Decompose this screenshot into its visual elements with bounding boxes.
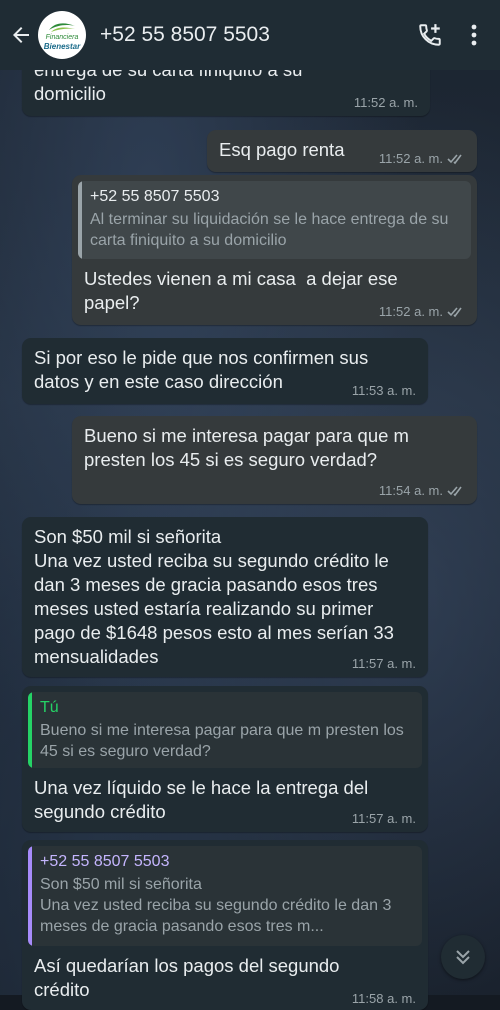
- logo-text-top: Financiera: [45, 33, 79, 41]
- message-incoming-reply[interactable]: +52 55 8507 5503 Son $50 mil si señorita…: [22, 840, 428, 1010]
- message-meta: 11:57 a. m.: [352, 656, 416, 671]
- message-time: 11:58 a. m.: [351, 991, 416, 1006]
- double-chevron-down-icon: [456, 950, 470, 965]
- quote-bar: [28, 846, 32, 946]
- quote-text: Al terminar su liquidación se le hace en…: [90, 211, 449, 249]
- logo-text-bottom: Bienestar: [43, 41, 81, 51]
- message-meta: 11:52 a. m.: [379, 304, 465, 319]
- message-outgoing[interactable]: Bueno si me interesa pagar para que m pr…: [72, 416, 477, 504]
- message-meta: 11:57 a. m.: [352, 811, 416, 826]
- logo-icon: [49, 22, 75, 32]
- message-meta: 11:52 a. m.: [379, 151, 465, 166]
- phone-plus-icon: [419, 24, 441, 46]
- message-meta: 11:53 a. m.: [352, 383, 416, 398]
- message-meta: 11:54 a. m.: [379, 483, 465, 498]
- quote-bar: [78, 181, 82, 259]
- back-button[interactable]: [4, 0, 38, 70]
- message-time: 11:52 a. m.: [353, 95, 418, 110]
- menu-button[interactable]: [452, 0, 496, 70]
- message-time: 11:53 a. m.: [351, 383, 416, 398]
- quote-author: +52 55 8507 5503: [40, 853, 170, 870]
- message-time: 11:52 a. m.: [378, 304, 443, 319]
- message-time: 11:52 a. m.: [378, 151, 443, 166]
- quote-author: Tú: [40, 699, 59, 716]
- avatar[interactable]: Financiera Bienestar: [38, 11, 86, 59]
- message-time: 11:54 a. m.: [378, 483, 443, 498]
- message-meta: 11:58 a. m.: [352, 991, 416, 1006]
- add-call-button[interactable]: [408, 0, 452, 70]
- contact-name[interactable]: +52 55 8507 5503: [100, 23, 408, 47]
- message-outgoing[interactable]: Esq pago renta 11:52 a. m.: [207, 130, 477, 172]
- message-incoming[interactable]: Si por eso le pide que nos confirmen sus…: [22, 338, 428, 404]
- quoted-message[interactable]: +52 55 8507 5503 Son $50 mil si señorita…: [28, 846, 422, 946]
- scroll-to-bottom-button[interactable]: [441, 935, 485, 979]
- double-check-icon: [447, 153, 462, 164]
- message-incoming-reply[interactable]: Tú Bueno si me interesa pagar para que m…: [22, 686, 428, 832]
- arrow-left-icon: [13, 27, 29, 43]
- double-check-icon: [447, 485, 462, 496]
- quote-author: +52 55 8507 5503: [90, 188, 220, 205]
- message-text: Son $50 mil si señorita Una vez usted re…: [34, 526, 394, 667]
- double-check-icon: [447, 306, 462, 317]
- message-time: 11:57 a. m.: [351, 811, 416, 826]
- quote-text: Bueno si me interesa pagar para que m pr…: [40, 722, 404, 760]
- quoted-message[interactable]: +52 55 8507 5503 Al terminar su liquidac…: [78, 181, 471, 259]
- message-outgoing-reply[interactable]: +52 55 8507 5503 Al terminar su liquidac…: [72, 175, 477, 325]
- message-meta: 11:52 a. m.: [354, 95, 418, 110]
- quote-text: Son $50 mil si señorita Una vez usted re…: [40, 876, 392, 935]
- more-vertical-icon: [471, 24, 477, 46]
- message-text: Bueno si me interesa pagar para que m pr…: [84, 425, 415, 470]
- chat-header: Financiera Bienestar +52 55 8507 5503: [0, 0, 500, 70]
- message-time: 11:57 a. m.: [351, 656, 416, 671]
- message-incoming[interactable]: Son $50 mil si señorita Una vez usted re…: [22, 517, 428, 677]
- quote-bar: [28, 692, 32, 768]
- quoted-message[interactable]: Tú Bueno si me interesa pagar para que m…: [28, 692, 422, 768]
